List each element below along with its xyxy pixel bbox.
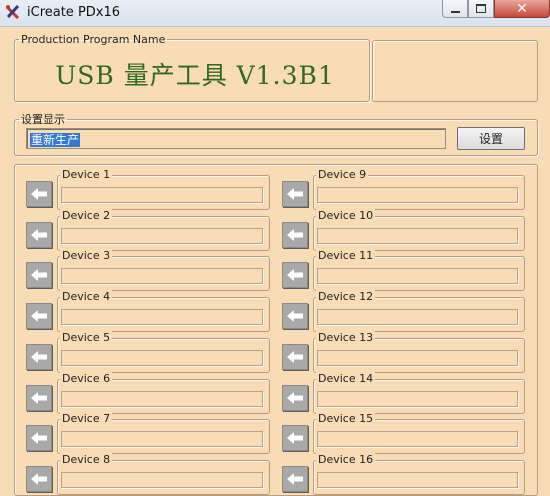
device-arrow-button[interactable] [26,425,52,451]
arrow-left-icon [31,392,47,404]
device-status-field [61,350,263,366]
arrow-left-icon [287,269,303,281]
device-status-field [317,391,518,407]
device-status-field [61,431,263,447]
device-arrow-button[interactable] [282,425,308,451]
settings-group-label: 设置显示 [21,113,65,126]
device-status-field [61,391,263,407]
device-label: Device 1 [60,168,113,181]
device-status-field [61,472,263,488]
device-arrow-button[interactable] [26,262,52,288]
device-label: Device 9 [316,168,369,181]
device-arrow-button[interactable] [282,222,308,248]
minimize-icon [450,10,460,13]
arrow-left-icon [287,229,303,241]
setting-display-input[interactable]: 重新生产 [26,128,446,149]
arrow-left-icon [287,351,303,363]
close-button[interactable]: ✕ [494,0,550,18]
arrow-left-icon [31,310,47,322]
device-status-field [61,228,263,244]
device-status-field [317,472,518,488]
arrow-left-icon [31,229,47,241]
device-label: Device 7 [60,412,113,425]
device-label: Device 3 [60,249,113,262]
window-title: iCreate PDx16 [27,5,121,20]
device-arrow-button[interactable] [26,303,52,329]
title-bar: iCreate PDx16 ✕ [0,0,550,27]
device-status-field [61,187,263,203]
device-label: Device 12 [316,290,376,303]
device-label: Device 14 [316,372,376,385]
program-side-panel [372,40,538,102]
tools-icon [5,4,20,20]
device-status-field [317,309,518,325]
device-arrow-button[interactable] [26,222,52,248]
program-name: USB 量产工具 V1.3B1 [55,61,335,90]
device-arrow-button[interactable] [26,181,52,207]
arrow-left-icon [31,351,47,363]
close-icon: ✕ [516,0,528,17]
device-status-field [317,268,518,284]
device-arrow-button[interactable] [282,303,308,329]
maximize-icon [476,4,486,13]
device-label: Device 8 [60,453,113,466]
device-arrow-button[interactable] [26,344,52,370]
device-status-field [317,187,518,203]
arrow-left-icon [287,188,303,200]
device-label: Device 15 [316,412,376,425]
production-program-label: Production Program Name [21,33,166,46]
setting-display-value: 重新生产 [30,133,81,147]
arrow-left-icon [31,432,47,444]
device-label: Device 5 [60,331,113,344]
device-arrow-button[interactable] [282,385,308,411]
maximize-button[interactable] [468,0,494,18]
device-status-field [61,309,263,325]
arrow-left-icon [287,310,303,322]
device-arrow-button[interactable] [282,181,308,207]
device-arrow-button[interactable] [282,262,308,288]
device-label: Device 16 [316,453,376,466]
device-label: Device 2 [60,209,113,222]
minimize-button[interactable] [442,0,468,18]
device-label: Device 6 [60,372,113,385]
set-button[interactable]: 设置 [457,127,525,150]
arrow-left-icon [287,392,303,404]
device-status-field [61,268,263,284]
arrow-left-icon [287,432,303,444]
device-arrow-button[interactable] [282,344,308,370]
device-label: Device 4 [60,290,113,303]
arrow-left-icon [31,188,47,200]
device-arrow-button[interactable] [26,466,52,492]
device-label: Device 13 [316,331,376,344]
device-status-field [317,228,518,244]
device-status-field [317,431,518,447]
arrow-left-icon [31,269,47,281]
device-label: Device 10 [316,209,376,222]
device-arrow-button[interactable] [26,385,52,411]
device-label: Device 11 [316,249,376,262]
device-status-field [317,350,518,366]
device-arrow-button[interactable] [282,466,308,492]
